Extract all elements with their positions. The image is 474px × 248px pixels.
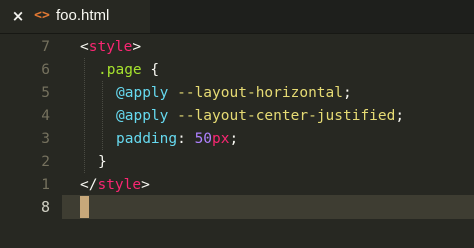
code-line: <style>: [80, 39, 142, 55]
text-cursor: [80, 196, 89, 218]
html-file-icon: <>: [34, 8, 50, 23]
close-icon[interactable]: ×: [11, 8, 25, 24]
line-number: 1: [41, 177, 50, 193]
code-line: padding: 50px;: [116, 131, 239, 147]
code-editor[interactable]: 7 6 5 4 3 2 1 8 <style> .page { @apply -…: [0, 34, 474, 248]
code-line: @apply --layout-horizontal;: [116, 85, 352, 101]
tab-bar: × <> foo.html: [0, 0, 474, 34]
code-line: </style>: [80, 177, 150, 193]
line-number: 7: [41, 39, 50, 55]
code-line: }: [98, 154, 107, 170]
code-line: .page {: [98, 62, 160, 78]
line-number-current: 8: [40, 198, 50, 216]
tab-foo-html[interactable]: × <> foo.html: [0, 0, 150, 33]
line-number: 6: [41, 62, 50, 78]
code-line: @apply --layout-center-justified;: [116, 108, 405, 124]
line-number: 5: [41, 85, 50, 101]
indent-guide: [102, 81, 103, 150]
indent-guide: [84, 58, 85, 173]
line-number: 3: [41, 131, 50, 147]
line-number: 4: [41, 108, 50, 124]
line-number: 2: [41, 154, 50, 170]
code-area[interactable]: <style> .page { @apply --layout-horizont…: [80, 34, 474, 248]
tab-title: foo.html: [56, 7, 110, 24]
line-number-gutter: 7 6 5 4 3 2 1 8: [0, 34, 62, 248]
